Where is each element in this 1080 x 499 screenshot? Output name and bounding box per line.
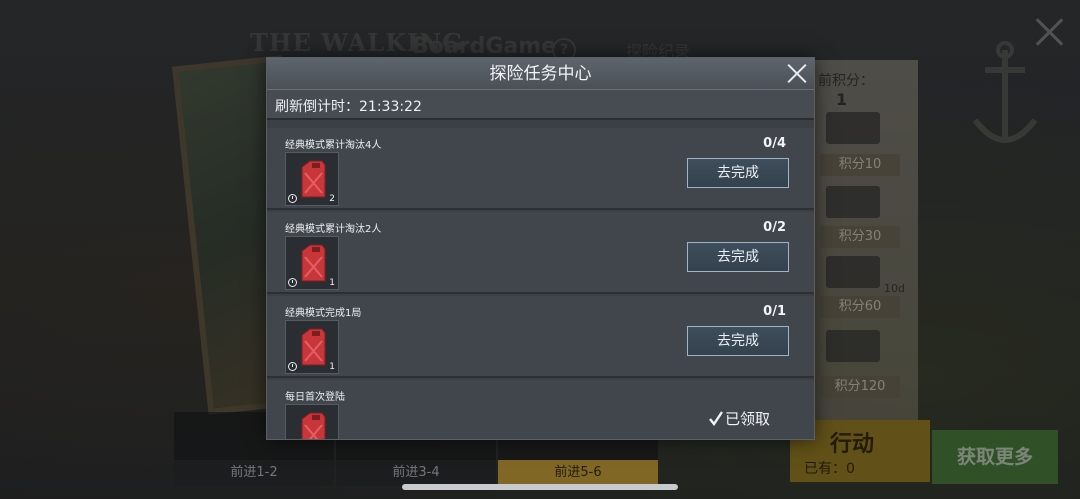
reward-count: 1	[329, 362, 335, 372]
go-complete-button[interactable]: 去完成	[687, 158, 789, 188]
task-progress: 0/1	[763, 304, 786, 319]
go-complete-button[interactable]: 去完成	[687, 326, 789, 356]
task-name: 经典模式累计淘汰2人	[285, 224, 382, 235]
jerrycan-icon	[301, 412, 326, 439]
claimed-label: 已领取	[725, 410, 771, 428]
task-row: 经典模式完成1局 0/1 1 去完成	[267, 296, 814, 378]
task-progress: 0/2	[763, 220, 786, 235]
close-icon[interactable]	[786, 62, 808, 84]
clock-icon	[288, 362, 297, 371]
task-name: 经典模式完成1局	[285, 308, 362, 319]
task-row: 每日首次登陆 已领取	[267, 380, 814, 439]
jerrycan-icon	[301, 328, 326, 366]
jerrycan-icon	[301, 244, 326, 282]
home-indicator[interactable]	[402, 484, 678, 490]
go-complete-button[interactable]: 去完成	[687, 242, 789, 272]
task-row: 经典模式累计淘汰2人 0/2 1 去完成	[267, 212, 814, 294]
refresh-countdown: 刷新倒计时：21:33:22	[275, 99, 422, 115]
refresh-bar: 刷新倒计时：21:33:22	[267, 90, 814, 120]
clock-icon	[288, 194, 297, 203]
adventure-task-dialog: 探险任务中心 刷新倒计时：21:33:22 经典模式累计淘汰4人 0/4 2 去…	[266, 57, 815, 440]
dialog-title: 探险任务中心	[489, 64, 592, 84]
reward-item[interactable]: 2	[285, 152, 339, 206]
reward-item[interactable]	[285, 404, 339, 439]
task-name: 经典模式累计淘汰4人	[285, 140, 382, 151]
clock-icon	[288, 278, 297, 287]
task-row: 经典模式累计淘汰4人 0/4 2 去完成	[267, 128, 814, 210]
reward-count: 2	[329, 194, 335, 204]
task-name: 每日首次登陆	[285, 392, 345, 403]
check-icon	[709, 411, 723, 426]
task-progress: 0/4	[763, 136, 786, 151]
reward-item[interactable]: 1	[285, 236, 339, 290]
reward-count: 1	[329, 278, 335, 288]
task-list[interactable]: 经典模式累计淘汰4人 0/4 2 去完成 经典模式累计淘汰2人 0/2 1 去完…	[267, 128, 814, 439]
reward-item[interactable]: 1	[285, 320, 339, 374]
claimed-status: 已领取	[709, 408, 770, 429]
jerrycan-icon	[301, 160, 326, 198]
